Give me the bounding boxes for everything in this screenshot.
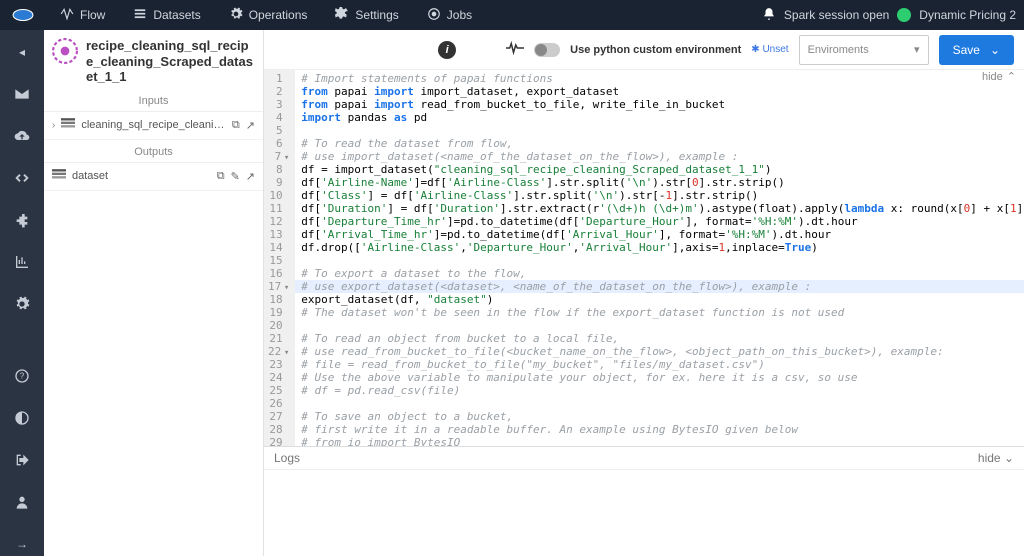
pulse-icon[interactable]: [506, 41, 524, 58]
input-row[interactable]: › cleaning_sql_recipe_cleaning_Scrap... …: [44, 112, 263, 140]
svg-text:?: ?: [20, 372, 25, 381]
info-icon[interactable]: i: [438, 41, 456, 59]
code-icon[interactable]: [10, 166, 34, 190]
input-name: cleaning_sql_recipe_cleaning_Scrap...: [81, 119, 226, 131]
session-status-dot: [897, 8, 911, 22]
chevron-down-icon: ⌄: [990, 43, 1000, 57]
outputs-label: Outputs: [44, 140, 263, 163]
app-logo[interactable]: [8, 4, 38, 26]
output-row[interactable]: dataset ⧉ ✎ ↗: [44, 163, 263, 191]
copy-icon[interactable]: ⧉: [217, 170, 225, 183]
custom-env-toggle[interactable]: [534, 43, 560, 57]
session-status: Spark session open: [784, 8, 889, 22]
side-rail: ◂ ? →: [0, 30, 44, 556]
top-bar: FlowDatasetsOperationsSettingsJobs Spark…: [0, 0, 1024, 30]
save-button[interactable]: Save ⌄: [939, 35, 1014, 65]
extension-icon[interactable]: [10, 208, 34, 232]
inputs-label: Inputs: [44, 89, 263, 112]
settings-icon: [335, 7, 349, 24]
dataset-icon: [61, 118, 75, 133]
nav-settings[interactable]: Settings: [321, 7, 412, 24]
save-label: Save: [953, 43, 980, 57]
edit-icon[interactable]: ✎: [231, 170, 240, 183]
editor-toolbar: i Use python custom environment Unset En…: [264, 30, 1024, 70]
unset-link[interactable]: Unset: [751, 44, 788, 55]
nav-jobs[interactable]: Jobs: [413, 7, 486, 24]
output-name: dataset: [72, 170, 211, 182]
rail-collapse-icon[interactable]: ◂: [10, 40, 34, 64]
recipe-panel: recipe_cleaning_sql_recipe_cleaning_Scra…: [44, 30, 264, 556]
editor-hide-toggle[interactable]: hide⌃: [982, 70, 1016, 83]
cloud-upload-icon[interactable]: [10, 124, 34, 148]
nav-operations[interactable]: Operations: [215, 7, 322, 24]
copy-icon[interactable]: ⧉: [232, 119, 240, 132]
environment-placeholder: Enviroments: [808, 44, 869, 56]
user-icon[interactable]: [10, 490, 34, 514]
code-editor[interactable]: 1 2 3 4 5 6 7▾ 8 9 10 11 12 13 14 15 16 …: [264, 70, 1024, 446]
logout-icon[interactable]: [10, 448, 34, 472]
arrow-right-icon[interactable]: →: [10, 532, 34, 556]
open-icon[interactable]: ↗: [246, 119, 255, 132]
chart-icon[interactable]: [10, 250, 34, 274]
recipe-title: recipe_cleaning_sql_recipe_cleaning_Scra…: [86, 38, 255, 85]
open-icon[interactable]: ↗: [246, 170, 255, 183]
main-area: i Use python custom environment Unset En…: [264, 30, 1024, 556]
gear-icon[interactable]: [10, 292, 34, 316]
recipe-gear-icon: [52, 38, 78, 64]
nav-flow[interactable]: Flow: [46, 7, 119, 24]
chevron-right-icon: ›: [52, 120, 55, 131]
dataset-icon: [52, 169, 66, 184]
operations-icon: [229, 7, 243, 24]
logs-panel: Logs hide ⌄: [264, 446, 1024, 556]
help-icon[interactable]: ?: [10, 364, 34, 388]
datasets-icon: [133, 7, 147, 24]
environment-select[interactable]: Enviroments ▾: [799, 35, 929, 65]
nav-datasets[interactable]: Datasets: [119, 7, 214, 24]
contrast-icon[interactable]: [10, 406, 34, 430]
chevron-down-icon: ▾: [914, 43, 920, 56]
bell-icon[interactable]: [762, 7, 776, 24]
flow-icon: [60, 7, 74, 24]
logs-hide-toggle[interactable]: hide ⌄: [978, 451, 1014, 465]
mail-icon[interactable]: [10, 82, 34, 106]
logs-title: Logs: [274, 451, 300, 465]
project-name[interactable]: Dynamic Pricing 2: [919, 8, 1016, 22]
logs-body[interactable]: [264, 470, 1024, 556]
custom-env-label: Use python custom environment: [570, 44, 741, 56]
jobs-icon: [427, 7, 441, 24]
